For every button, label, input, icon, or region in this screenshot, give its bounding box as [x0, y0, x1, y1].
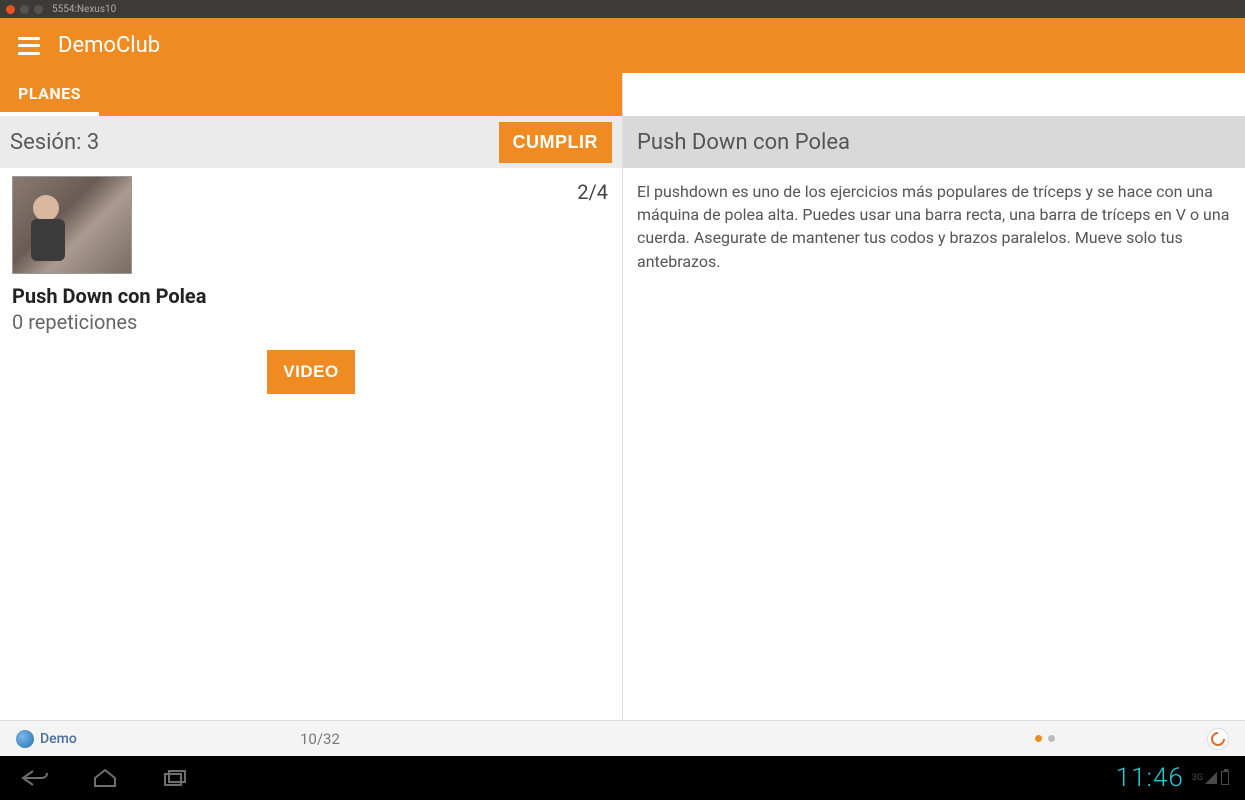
window-maximize-button[interactable]	[34, 5, 43, 14]
brand-logo-icon	[1208, 729, 1228, 749]
tab-bar: PLANES	[0, 73, 622, 116]
app-title: DemoClub	[58, 33, 160, 58]
home-button[interactable]	[90, 767, 120, 789]
exercise-thumbnail[interactable]	[12, 176, 132, 274]
window-minimize-button[interactable]	[20, 5, 29, 14]
window-close-button[interactable]	[6, 5, 15, 14]
detail-title: Push Down con Polea	[623, 116, 1245, 168]
video-button[interactable]: VIDEO	[267, 350, 354, 394]
session-label: Sesión: 3	[10, 130, 99, 155]
content-area: PLANES Sesión: 3 CUMPLIR 2/4 Push Down c…	[0, 73, 1245, 720]
exercise-counter: 2/4	[577, 180, 608, 204]
left-panel: PLANES Sesión: 3 CUMPLIR 2/4 Push Down c…	[0, 73, 622, 720]
detail-spacer	[623, 73, 1245, 116]
tab-planes[interactable]: PLANES	[0, 74, 99, 116]
brand-logo[interactable]	[1207, 728, 1229, 750]
carousel-dots	[1035, 735, 1055, 742]
carousel-dot[interactable]	[1048, 735, 1055, 742]
demo-label: Demo	[40, 731, 77, 747]
hamburger-menu-icon[interactable]	[18, 37, 40, 55]
exercise-card: 2/4 Push Down con Polea 0 repeticiones V…	[0, 168, 622, 402]
back-button[interactable]	[20, 767, 50, 789]
demo-logo[interactable]: Demo	[16, 730, 77, 748]
signal-icon	[1205, 772, 1217, 784]
window-titlebar: 5554:Nexus10	[0, 0, 1245, 18]
exercise-title: Push Down con Polea	[12, 284, 610, 308]
session-bar: Sesión: 3 CUMPLIR	[0, 116, 622, 168]
app-header: DemoClub	[0, 18, 1245, 73]
right-panel: Push Down con Polea El pushdown es uno d…	[622, 73, 1245, 720]
carousel-dot-active[interactable]	[1035, 735, 1042, 742]
cumplir-button[interactable]: CUMPLIR	[499, 122, 613, 163]
status-icons: 3G	[1192, 771, 1229, 785]
globe-icon	[16, 730, 34, 748]
window-title: 5554:Nexus10	[52, 4, 116, 15]
carousel-bar: Demo 10/32	[0, 720, 1245, 756]
exercise-reps: 0 repeticiones	[12, 310, 610, 334]
detail-description: El pushdown es uno de los ejercicios más…	[623, 168, 1245, 285]
android-nav-bar: 11:46 3G	[0, 756, 1245, 800]
status-area[interactable]: 11:46 3G	[1116, 763, 1229, 793]
recent-apps-button[interactable]	[160, 767, 190, 789]
page-counter: 10/32	[300, 730, 340, 748]
network-label: 3G	[1192, 773, 1203, 783]
battery-icon	[1221, 771, 1229, 785]
clock: 11:46	[1116, 763, 1184, 793]
